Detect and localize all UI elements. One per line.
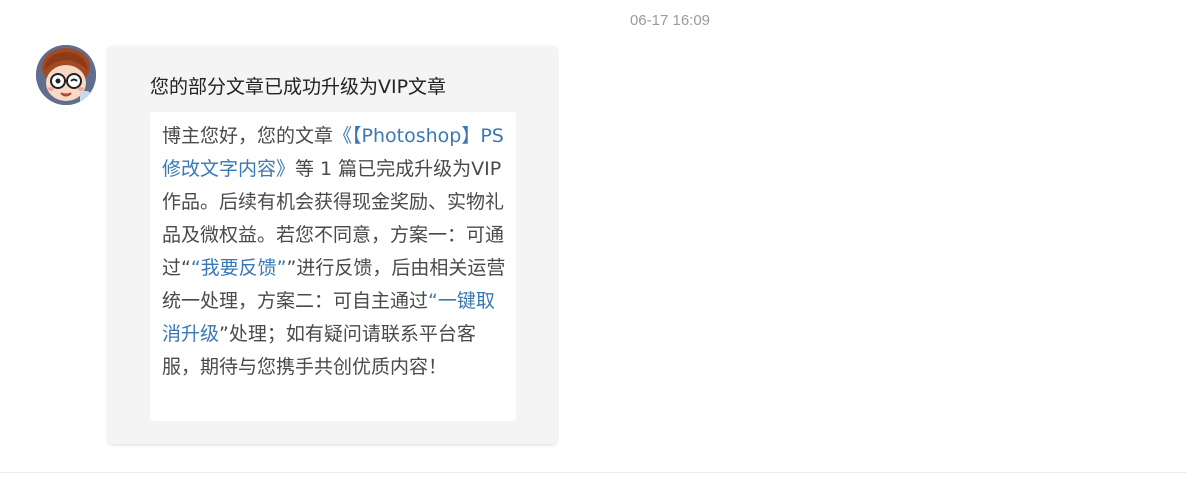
message-title: 您的部分文章已成功升级为VIP文章	[150, 76, 447, 98]
message-timestamp: 06-17 16:09	[629, 12, 711, 29]
message-body: 博主您好，您的文章《【Photoshop】PS修改文字内容》等 1 篇已完成升级…	[162, 120, 507, 384]
feedback-link[interactable]: “我要反馈”	[191, 257, 287, 279]
divider	[0, 472, 1186, 473]
message-bubble: 您的部分文章已成功升级为VIP文章 博主您好，您的文章《【Photoshop】P…	[108, 46, 557, 444]
message-page: 06-17 16:09 您的部分文章已成功升级为VIP文章 博主您好，您的文章《…	[0, 0, 1186, 489]
avatar-icon	[36, 45, 96, 105]
body-text-1: 博主您好，您的文章	[162, 125, 334, 147]
message-card: 博主您好，您的文章《【Photoshop】PS修改文字内容》等 1 篇已完成升级…	[150, 112, 516, 421]
sender-avatar[interactable]	[36, 45, 96, 105]
